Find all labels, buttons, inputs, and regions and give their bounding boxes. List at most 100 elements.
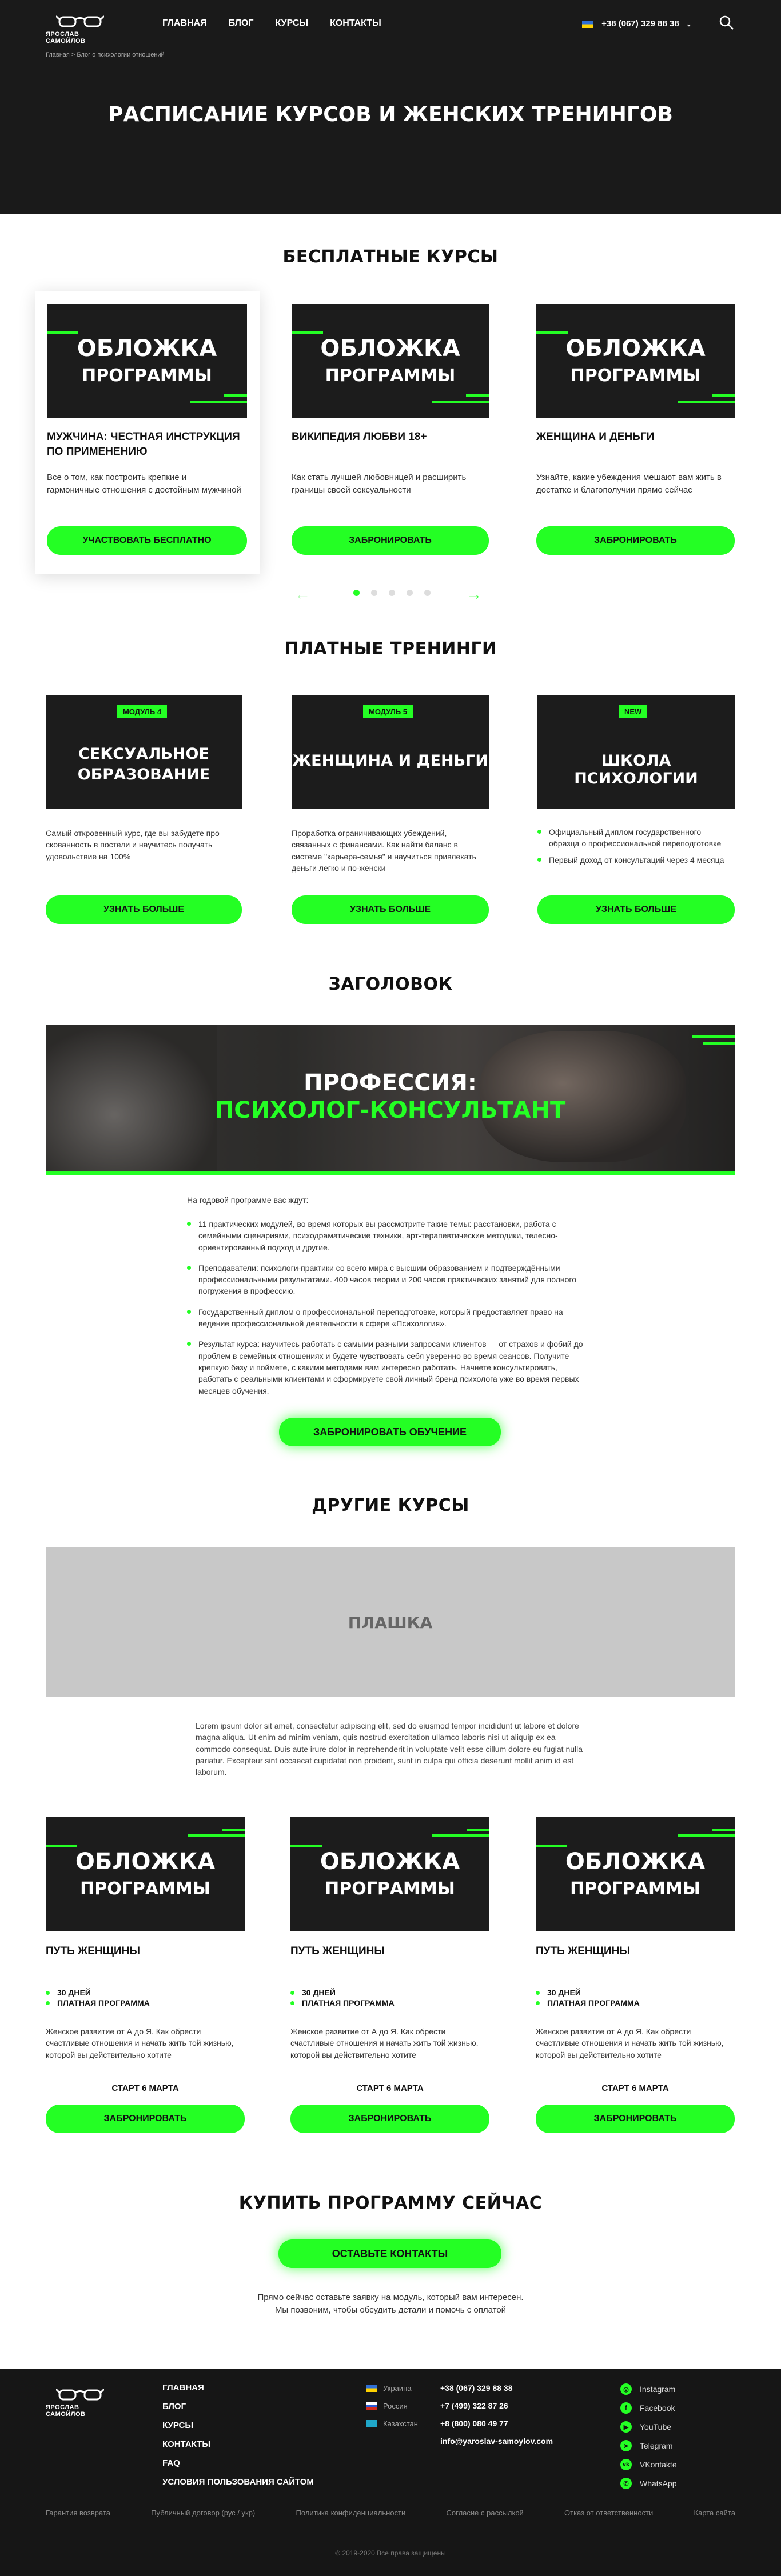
glasses-logo-icon [56,15,104,27]
program-bullet: Преподаватели: психологи-практики со все… [187,1262,590,1297]
cover-subtitle: ПРОГРАММЫ [570,366,701,386]
program-bullet: Результат курса: научитесь работать с са… [187,1338,590,1396]
placeholder-plate: ПЛАШКА [46,1547,735,1697]
slider-dot[interactable] [424,590,431,596]
program-bullet: 11 практических модулей, во время которы… [187,1218,590,1253]
course-cover: ОБЛОЖКА ПРОГРАММЫ [536,1817,735,1931]
social-facebook[interactable]: f Facebook [620,2402,677,2414]
footer-email[interactable]: info@yaroslav-samoylov.com [366,2437,553,2446]
footer-nav-courses[interactable]: КУРСЫ [162,2421,314,2430]
next-arrow-icon[interactable]: → [466,585,482,603]
facebook-icon: f [620,2402,632,2414]
public-contract-link[interactable]: Публичный договор (рус / укр) [151,2509,255,2517]
ukraine-flag-icon [366,2384,377,2392]
social-telegram[interactable]: ➤ Telegram [620,2440,677,2451]
cover-subtitle: ПРОГРАММЫ [325,366,456,386]
breadcrumb[interactable]: Главная > Блог о психологии отношений [46,51,165,58]
prev-arrow-icon[interactable]: ← [294,585,310,603]
footer-contacts: Украина +38 (067) 329 88 38 Россия +7 (499… [366,2383,553,2454]
course-desc: Все о том, как построить крепкие и гармо… [47,473,241,495]
slider-dot[interactable] [371,590,377,596]
cover-subtitle: ПРОГРАММЫ [570,1879,700,1899]
social-vkontakte[interactable]: vk VKontakte [620,2459,677,2470]
footer-legal-links: Гарантия возврата Публичный договор (рус… [46,2509,735,2517]
header-phone[interactable]: +38 (067) 329 88 38 ⌄ [582,19,692,29]
training-cover: NEW ШКОЛА ПСИХОЛОГИИ [537,695,735,809]
search-icon[interactable] [719,15,735,31]
header-phone-number: +38 (067) 329 88 38 [601,19,679,29]
book-button[interactable]: ЗАБРОНИРОВАТЬ [46,2105,245,2133]
privacy-policy-link[interactable]: Политика конфиденциальности [296,2509,405,2517]
telegram-icon: ➤ [620,2440,632,2451]
course-cover: ОБЛОЖКА ПРОГРАММЫ [536,304,735,418]
course-desc: Узнайте, какие убеждения мешают вам жить… [536,473,722,495]
footer-nav-home[interactable]: ГЛАВНАЯ [162,2383,314,2393]
footer: ЯРОСЛАВ САМОЙЛОВ ГЛАВНАЯ БЛОГ КУРСЫ КОНТ… [0,2369,781,2576]
training-bullet: Официальный диплом государственного обра… [537,826,726,850]
type-label: ПЛАТНАЯ ПРОГРАММА [46,1998,150,2008]
course-desc: Как стать лучшей любовницей и расширить … [292,473,467,495]
banner-line2: ПСИХОЛОГ-КОНСУЛЬТАНТ [214,1097,566,1123]
nav-item-contacts[interactable]: КОНТАКТЫ [330,18,381,29]
book-button[interactable]: ЗАБРОНИРОВАТЬ [536,2105,735,2133]
footer-nav-faq[interactable]: FAQ [162,2458,314,2468]
footer-logo[interactable]: ЯРОСЛАВ САМОЙЛОВ [46,2386,114,2418]
slider-dot-active[interactable] [353,590,360,596]
whatsapp-icon: ✆ [620,2478,632,2489]
course-desc: Женское развитие от А до Я. Как обрести … [46,2027,234,2059]
footer-nav-blog[interactable]: БЛОГ [162,2402,314,2411]
contact-kazakhstan[interactable]: Казахстан +8 (800) 080 49 77 [366,2419,553,2428]
nav-item-blog[interactable]: БЛОГ [229,18,254,29]
course-title: ПУТЬ ЖЕНЩИНЫ [46,1945,140,1957]
slider-dots [348,589,436,599]
chevron-down-icon: ⌄ [686,20,692,28]
social-whatsapp[interactable]: ✆ WhatsApp [620,2478,677,2489]
course-title: ПУТЬ ЖЕНЩИНЫ [536,1945,630,1957]
type-label: ПЛАТНАЯ ПРОГРАММА [536,1998,640,2008]
footer-nav-terms[interactable]: УСЛОВИЯ ПОЛЬЗОВАНИЯ САЙТОМ [162,2477,314,2487]
logo-text: ЯРОСЛАВ САМОЙЛОВ [46,31,86,45]
course-cover: ОБЛОЖКА ПРОГРАММЫ [46,1817,245,1931]
training-cover: МОДУЛЬ 4 СЕКСУАЛЬНОЕ ОБРАЗОВАНИЕ [46,695,242,809]
nav-item-home[interactable]: ГЛАВНАЯ [162,18,207,29]
cover-subtitle: ОБРАЗОВАНИЕ [77,766,210,783]
course-start: СТАРТ 6 МАРТА [601,2083,669,2093]
lorem-text: Lorem ipsum dolor sit amet, consectetur … [196,1721,583,1777]
course-title: ВИКИПЕДИЯ ЛЮБВИ 18+ [292,431,427,443]
new-badge: NEW [619,705,648,718]
nav-item-courses[interactable]: КУРСЫ [275,18,308,29]
book-button[interactable]: ЗАБРОНИРОВАТЬ [290,2105,489,2133]
learn-more-button[interactable]: УЗНАТЬ БОЛЬШЕ [292,895,489,924]
book-training-button[interactable]: ЗАБРОНИРОВАТЬ ОБУЧЕНИЕ [279,1418,501,1446]
paid-trainings-title: ПЛАТНЫЕ ТРЕНИНГИ [284,639,497,659]
sitemap-link[interactable]: Карта сайта [694,2509,735,2517]
book-button[interactable]: ЗАБРОНИРОВАТЬ [292,526,489,555]
social-instagram[interactable]: ◎ Instagram [620,2383,677,2395]
russia-flag-icon [366,2402,377,2410]
cover-title: ОБЛОЖКА [565,1849,706,1875]
leave-contacts-button[interactable]: ОСТАВЬТЕ КОНТАКТЫ [278,2239,501,2268]
course-title: МУЖЧИНА: ЧЕСТНАЯ ИНСТРУКЦИЯ ПО ПРИМЕНЕНИ… [47,431,240,458]
training-desc: Самый откровенный курс, где вы забудете … [46,829,220,861]
contact-ukraine[interactable]: Украина +38 (067) 329 88 38 [366,2383,553,2393]
section-heading: ЗАГОЛОВОК [328,974,453,994]
cta-text-line1: Прямо сейчас оставьте заявку на модуль, … [257,2293,524,2302]
course-desc: Женское развитие от А до Я. Как обрести … [536,2027,724,2059]
social-youtube[interactable]: ▶ YouTube [620,2421,677,2433]
learn-more-button[interactable]: УЗНАТЬ БОЛЬШЕ [46,895,242,924]
slider-dot[interactable] [389,590,395,596]
participate-free-button[interactable]: УЧАСТВОВАТЬ БЕСПЛАТНО [47,526,247,555]
logo[interactable]: ЯРОСЛАВ САМОЙЛОВ [46,13,114,45]
course-title: ПУТЬ ЖЕНЩИНЫ [290,1945,385,1957]
refund-guarantee-link[interactable]: Гарантия возврата [46,2509,110,2517]
book-button[interactable]: ЗАБРОНИРОВАТЬ [536,526,735,555]
footer-nav-contacts[interactable]: КОНТАКТЫ [162,2439,314,2449]
learn-more-button[interactable]: УЗНАТЬ БОЛЬШЕ [537,895,735,924]
newsletter-consent-link[interactable]: Согласие с рассылкой [447,2509,524,2517]
copyright: © 2019-2020 Все права защищены [335,2549,446,2557]
module-badge: МОДУЛЬ 4 [117,705,168,718]
type-label: ПЛАТНАЯ ПРОГРАММА [290,1998,395,2008]
disclaimer-link[interactable]: Отказ от ответственности [564,2509,653,2517]
slider-dot[interactable] [407,590,413,596]
contact-russia[interactable]: Россия +7 (499) 322 87 26 [366,2401,553,2410]
